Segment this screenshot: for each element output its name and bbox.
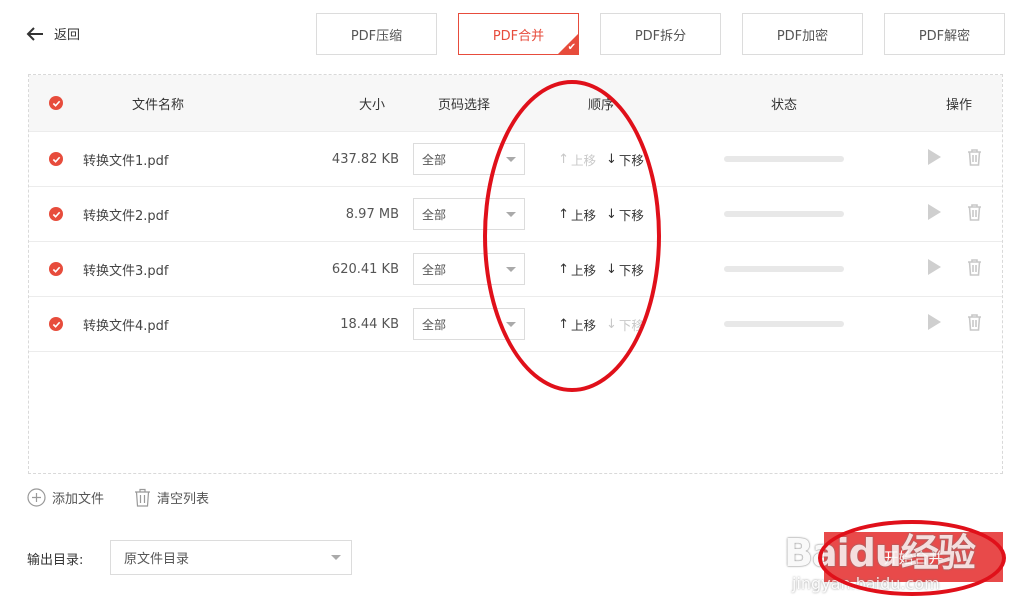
list-tools: 添加文件 清空列表 (27, 488, 239, 507)
check-icon (52, 321, 60, 328)
add-file-button[interactable]: 添加文件 (27, 488, 104, 507)
table-row: 转换文件1.pdf 437.82 KB 全部 ↑ 上移 ↓ 下移 (29, 132, 1002, 187)
chevron-down-icon (506, 211, 516, 217)
table-header: 文件名称 大小 页码选择 顺序 状态 操作 (29, 75, 1002, 132)
move-down-button[interactable]: ↓ 下移 (606, 260, 644, 279)
table-row: 转换文件4.pdf 18.44 KB 全部 ↑ 上移 ↓ 下移 (29, 297, 1002, 352)
progress-bar (724, 321, 844, 327)
file-size: 8.97 MB (345, 206, 399, 222)
check-icon (52, 211, 60, 218)
output-dir-label: 输出目录: (27, 553, 84, 568)
play-icon[interactable] (928, 203, 941, 220)
arrow-down-icon: ↓ (606, 316, 617, 332)
col-actions: 操作 (945, 97, 972, 113)
move-up-button[interactable]: ↑ 上移 (558, 260, 596, 279)
row-checkbox[interactable] (49, 152, 63, 166)
output-dir-select[interactable]: 原文件目录 (110, 540, 352, 575)
tab-pdf-decrypt[interactable]: PDF解密 (884, 13, 1005, 55)
trash-icon (135, 488, 151, 507)
page-select[interactable]: 全部 (413, 143, 525, 175)
row-checkbox[interactable] (49, 207, 63, 221)
row-checkbox[interactable] (49, 262, 63, 276)
progress-bar (724, 211, 844, 217)
chevron-down-icon (506, 156, 516, 162)
arrow-up-icon: ↑ (558, 206, 569, 222)
chevron-down-icon (506, 266, 516, 272)
tool-tabs: PDF压缩 PDF合并 ✔ PDF拆分 PDF加密 PDF解密 (316, 13, 1005, 55)
tab-pdf-compress[interactable]: PDF压缩 (316, 13, 437, 55)
arrow-left-icon (26, 26, 43, 41)
select-all-checkbox[interactable] (49, 96, 63, 110)
arrow-up-icon: ↑ (558, 151, 569, 167)
play-icon[interactable] (928, 313, 941, 330)
trash-icon[interactable] (967, 313, 982, 335)
arrow-down-icon: ↓ (606, 206, 617, 222)
row-checkbox[interactable] (49, 317, 63, 331)
arrow-down-icon: ↓ (606, 261, 617, 277)
progress-bar (724, 156, 844, 162)
play-icon[interactable] (928, 258, 941, 275)
move-up-button[interactable]: ↑ 上移 (558, 315, 596, 334)
file-size: 18.44 KB (340, 316, 399, 332)
col-size: 大小 (358, 97, 385, 113)
arrow-down-icon: ↓ (606, 151, 617, 167)
start-merge-button[interactable]: 开始合并 (824, 532, 1003, 582)
tab-pdf-split[interactable]: PDF拆分 (600, 13, 721, 55)
chevron-down-icon (331, 555, 341, 560)
file-size: 620.41 KB (331, 261, 399, 277)
page-select[interactable]: 全部 (413, 308, 525, 340)
back-label: 返回 (54, 28, 81, 43)
trash-icon[interactable] (967, 148, 982, 170)
trash-icon[interactable] (967, 203, 982, 225)
col-page: 页码选择 (437, 97, 490, 113)
check-icon (52, 266, 60, 273)
check-icon: ✔ (567, 42, 576, 53)
chevron-down-icon (506, 321, 516, 327)
move-up-button[interactable]: ↑ 上移 (558, 205, 596, 224)
move-down-button[interactable]: ↓ 下移 (606, 315, 644, 334)
file-size: 437.82 KB (331, 151, 399, 167)
file-name: 转换文件3.pdf (83, 263, 169, 279)
plus-circle-icon (27, 488, 46, 507)
file-name: 转换文件2.pdf (83, 208, 169, 224)
table-row: 转换文件2.pdf 8.97 MB 全部 ↑ 上移 ↓ 下移 (29, 187, 1002, 242)
move-down-button[interactable]: ↓ 下移 (606, 150, 644, 169)
col-status: 状态 (770, 97, 797, 113)
clear-list-button[interactable]: 清空列表 (134, 488, 209, 507)
table-row: 转换文件3.pdf 620.41 KB 全部 ↑ 上移 ↓ 下移 (29, 242, 1002, 297)
tab-pdf-merge[interactable]: PDF合并 ✔ (458, 13, 579, 55)
arrow-up-icon: ↑ (558, 261, 569, 277)
page-select[interactable]: 全部 (413, 198, 525, 230)
check-icon (52, 100, 60, 107)
page-select[interactable]: 全部 (413, 253, 525, 285)
trash-icon[interactable] (967, 258, 982, 280)
move-up-button[interactable]: ↑ 上移 (558, 150, 596, 169)
back-button[interactable]: 返回 (26, 24, 80, 43)
col-order: 顺序 (587, 97, 614, 113)
play-icon[interactable] (928, 148, 941, 165)
check-icon (52, 156, 60, 163)
col-name: 文件名称 (131, 97, 184, 113)
tab-pdf-encrypt[interactable]: PDF加密 (742, 13, 863, 55)
arrow-up-icon: ↑ (558, 316, 569, 332)
file-name: 转换文件4.pdf (83, 318, 169, 334)
move-down-button[interactable]: ↓ 下移 (606, 205, 644, 224)
progress-bar (724, 266, 844, 272)
file-name: 转换文件1.pdf (83, 153, 169, 169)
file-table: 文件名称 大小 页码选择 顺序 状态 操作 转换文件1.pdf 437.82 K… (28, 74, 1003, 474)
